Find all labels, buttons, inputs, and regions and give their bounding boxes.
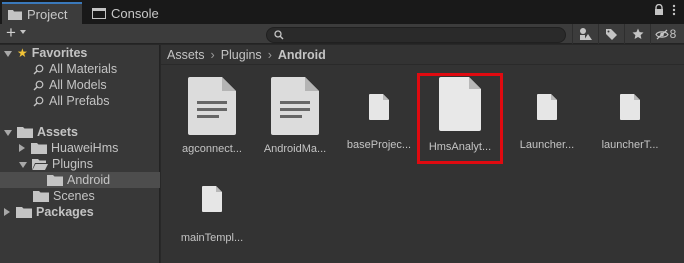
tree-assets-label: Assets — [37, 125, 78, 139]
collapse-arrow-icon[interactable] — [4, 208, 10, 216]
breadcrumb: Assets › Plugins › Android — [161, 45, 684, 65]
folder-icon — [31, 142, 47, 154]
asset-item-androidmanifest[interactable]: AndroidMa... — [258, 77, 332, 155]
search-icon — [33, 80, 44, 90]
text-file-icon — [271, 77, 319, 135]
tree-item-scenes[interactable]: Scenes — [33, 188, 95, 204]
blank-file-icon — [537, 94, 557, 120]
tree-item-label: HuaweiHms — [51, 141, 119, 155]
tree-item-label: All Prefabs — [49, 94, 110, 108]
tree-favorites-label: Favorites — [31, 46, 88, 60]
highlight-box — [417, 73, 503, 164]
hidden-packages-count: 8 — [669, 27, 677, 41]
tab-console[interactable]: Console — [86, 3, 166, 24]
expand-arrow-icon[interactable] — [19, 162, 27, 168]
tree-item-all-models[interactable]: All Models — [33, 77, 107, 93]
console-icon — [92, 8, 106, 19]
expand-arrow-icon[interactable] — [4, 130, 12, 136]
blank-file-icon — [620, 94, 640, 120]
search-by-type-button[interactable] — [572, 24, 598, 44]
lock-icon[interactable] — [654, 4, 664, 16]
asset-label: launcherT... — [601, 139, 659, 151]
tree-assets[interactable]: Assets — [4, 124, 78, 140]
window-tab-bar: Project Console — [0, 0, 684, 24]
tab-project-label: Project — [27, 6, 68, 22]
search-icon — [274, 30, 284, 40]
tree-item-all-materials[interactable]: All Materials — [33, 61, 117, 77]
asset-label: mainTempl... — [180, 232, 244, 244]
more-options-icon[interactable] — [672, 4, 676, 16]
hidden-packages-toggle[interactable]: 8 — [650, 24, 680, 44]
text-file-icon — [188, 77, 236, 135]
search-icon — [33, 64, 44, 74]
breadcrumb-assets[interactable]: Assets — [167, 48, 205, 62]
search-by-label-button[interactable] — [598, 24, 624, 44]
asset-item-baseprojecttemplate[interactable]: baseProjec... — [342, 94, 416, 151]
tree-item-plugins[interactable]: Plugins — [19, 156, 93, 172]
folder-open-icon — [32, 158, 48, 170]
project-toolbar: + 8 — [0, 24, 684, 44]
folder-icon — [47, 174, 63, 186]
asset-item-launchertemplate[interactable]: launcherT... — [593, 94, 667, 151]
breadcrumb-separator-icon: › — [210, 47, 215, 62]
folder-icon — [17, 126, 33, 138]
tree-item-android[interactable]: Android — [0, 172, 160, 188]
asset-item-maintemplate[interactable]: mainTempl... — [175, 186, 249, 244]
asset-browser: Assets › Plugins › Android agconnect... … — [161, 45, 684, 263]
asset-item-agconnect[interactable]: agconnect... — [175, 77, 249, 155]
tab-console-label: Console — [111, 6, 159, 21]
tree-item-label: Android — [67, 173, 111, 187]
tree-packages[interactable]: Packages — [4, 204, 94, 220]
tree-item-label: Scenes — [53, 189, 95, 203]
asset-item-launchermanifest[interactable]: Launcher... — [510, 94, 584, 151]
tree-item-label: All Models — [49, 78, 107, 92]
breadcrumb-android[interactable]: Android — [278, 48, 326, 62]
blank-file-icon — [202, 186, 222, 212]
tree-item-all-prefabs[interactable]: All Prefabs — [33, 93, 109, 109]
star-icon — [632, 28, 643, 39]
asset-label: Launcher... — [519, 139, 575, 151]
expand-arrow-icon[interactable] — [4, 51, 12, 57]
asset-label: agconnect... — [182, 143, 242, 155]
asset-label: baseProjec... — [346, 139, 412, 151]
project-folder-tree: ★ Favorites All Materials All Models All… — [0, 45, 160, 263]
tree-item-huaweihms[interactable]: HuaweiHms — [19, 140, 118, 156]
folder-icon — [33, 190, 49, 202]
blank-file-icon — [369, 94, 389, 120]
search-icon — [33, 96, 44, 106]
favorites-button[interactable] — [624, 24, 650, 44]
filter-by-type-icon — [579, 28, 592, 40]
breadcrumb-separator-icon: › — [267, 47, 272, 62]
tab-project[interactable]: Project — [2, 2, 82, 24]
eye-hidden-icon — [654, 29, 669, 39]
tag-icon — [606, 28, 617, 40]
folder-icon — [8, 9, 22, 20]
breadcrumb-plugins[interactable]: Plugins — [221, 48, 262, 62]
tree-favorites[interactable]: ★ Favorites — [4, 45, 87, 61]
collapse-arrow-icon[interactable] — [19, 144, 25, 152]
search-input[interactable] — [266, 27, 566, 43]
star-icon: ★ — [17, 46, 28, 60]
add-button[interactable]: + — [6, 24, 16, 42]
tree-packages-label: Packages — [36, 205, 94, 219]
asset-label: AndroidMa... — [263, 143, 327, 155]
chevron-down-icon[interactable] — [20, 30, 26, 34]
tree-item-label: All Materials — [49, 62, 118, 76]
folder-icon — [16, 206, 32, 218]
tree-item-label: Plugins — [52, 157, 93, 171]
